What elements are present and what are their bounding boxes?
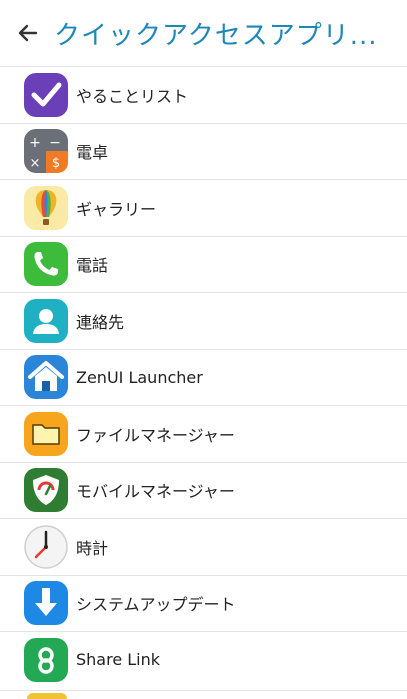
contacts-icon (24, 298, 68, 343)
app-item-contacts[interactable]: 連絡先 (0, 292, 407, 349)
app-item-phone[interactable]: 電話 (0, 235, 407, 293)
calculator-icon: + − × $ (24, 129, 68, 174)
partial-app-icon (27, 693, 67, 699)
app-label: 連絡先 (76, 312, 125, 332)
todo-check-icon (24, 72, 68, 117)
app-label: 時計 (76, 538, 109, 558)
app-item-zenui-launcher[interactable]: ZenUI Launcher (0, 348, 407, 406)
app-item-mobile-manager[interactable]: モバイルマネージャー (0, 461, 407, 519)
phone-icon (24, 242, 68, 287)
back-button[interactable] (14, 19, 42, 47)
clock-icon (24, 525, 68, 569)
app-item-calculator[interactable]: + − × $ 電卓 (0, 122, 407, 180)
share-link-icon (24, 637, 68, 682)
app-label: ファイルマネージャー (76, 425, 235, 445)
app-label: ZenUI Launcher (76, 367, 203, 387)
app-item-clock[interactable]: 時計 (0, 518, 407, 575)
app-item-file-manager[interactable]: ファイルマネージャー (0, 405, 407, 462)
svg-text:×: × (30, 156, 41, 171)
launcher-home-icon (24, 355, 68, 400)
gallery-balloon-icon (24, 185, 68, 230)
app-item-todo[interactable]: やることリスト (0, 66, 407, 123)
app-list: やることリスト + − × $ 電卓 ギャラリー 電話 連絡先 ZenUI La… (0, 66, 407, 688)
app-header: クイックアクセスアプリ... (0, 0, 407, 66)
page-title: クイックアクセスアプリ... (54, 20, 378, 51)
app-item-gallery[interactable]: ギャラリー (0, 179, 407, 236)
app-label: 電卓 (76, 143, 109, 163)
folder-icon (24, 411, 68, 456)
svg-text:+: + (29, 135, 41, 151)
shield-gauge-icon (24, 468, 68, 513)
app-label: システムアップデート (76, 595, 236, 615)
arrow-left-icon (18, 24, 38, 42)
svg-text:−: − (49, 135, 61, 151)
app-label: ギャラリー (76, 199, 157, 219)
download-update-icon (24, 581, 68, 626)
app-label: Share Link (76, 650, 161, 670)
app-label: 電話 (76, 256, 109, 276)
app-label: やることリスト (76, 86, 189, 106)
svg-text:$: $ (52, 156, 60, 171)
app-item-share-link[interactable]: Share Link (0, 631, 407, 688)
app-item-system-update[interactable]: システムアップデート (0, 574, 407, 632)
app-label: モバイルマネージャー (76, 482, 235, 502)
